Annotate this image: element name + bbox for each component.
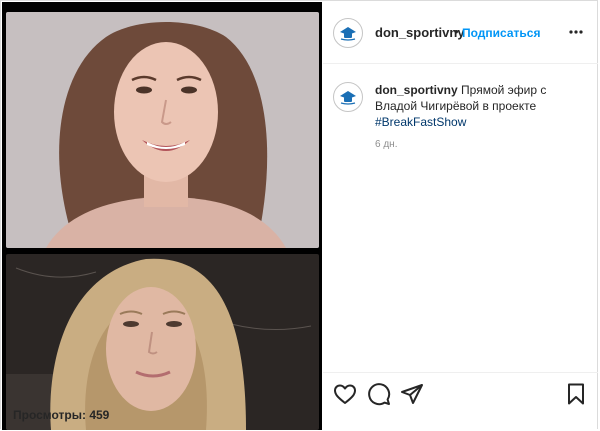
post-timestamp[interactable]: 6 дн. <box>375 139 397 150</box>
post-caption: don_sportivny Прямой эфир с Владой Чигир… <box>375 82 575 130</box>
caption-hashtag[interactable]: #BreakFastShow <box>375 115 466 129</box>
post-side-panel: don_sportivny • Подписаться don_sportivn… <box>323 2 598 430</box>
bookmark-icon <box>568 383 584 405</box>
views-count: Просмотры: 459 <box>13 408 110 422</box>
more-horizontal-icon <box>569 30 583 34</box>
paper-plane-icon <box>401 384 423 404</box>
share-button[interactable] <box>400 382 424 406</box>
post-media[interactable] <box>2 2 322 430</box>
post-frame: don_sportivny • Подписаться don_sportivn… <box>0 0 598 430</box>
profile-logo-icon <box>336 21 360 45</box>
profile-logo-icon <box>336 85 360 109</box>
like-button[interactable] <box>333 382 357 406</box>
heart-icon <box>334 384 356 404</box>
header-username[interactable]: don_sportivny <box>375 25 465 40</box>
comment-icon <box>368 383 391 406</box>
caption-avatar[interactable] <box>333 82 363 112</box>
post-header: don_sportivny • Подписаться <box>323 2 598 64</box>
video-bottom-panel <box>6 254 319 430</box>
save-button[interactable] <box>564 382 588 406</box>
video-bottom-image <box>6 254 319 430</box>
follow-button[interactable]: Подписаться <box>462 26 540 40</box>
avatar[interactable] <box>333 18 363 48</box>
caption-username[interactable]: don_sportivny <box>375 83 458 97</box>
actions-bar <box>323 372 598 431</box>
header-separator: • <box>454 24 459 39</box>
video-top-panel <box>6 12 319 248</box>
comment-button[interactable] <box>367 382 391 406</box>
more-options-button[interactable] <box>569 24 583 40</box>
video-top-image <box>6 12 319 248</box>
